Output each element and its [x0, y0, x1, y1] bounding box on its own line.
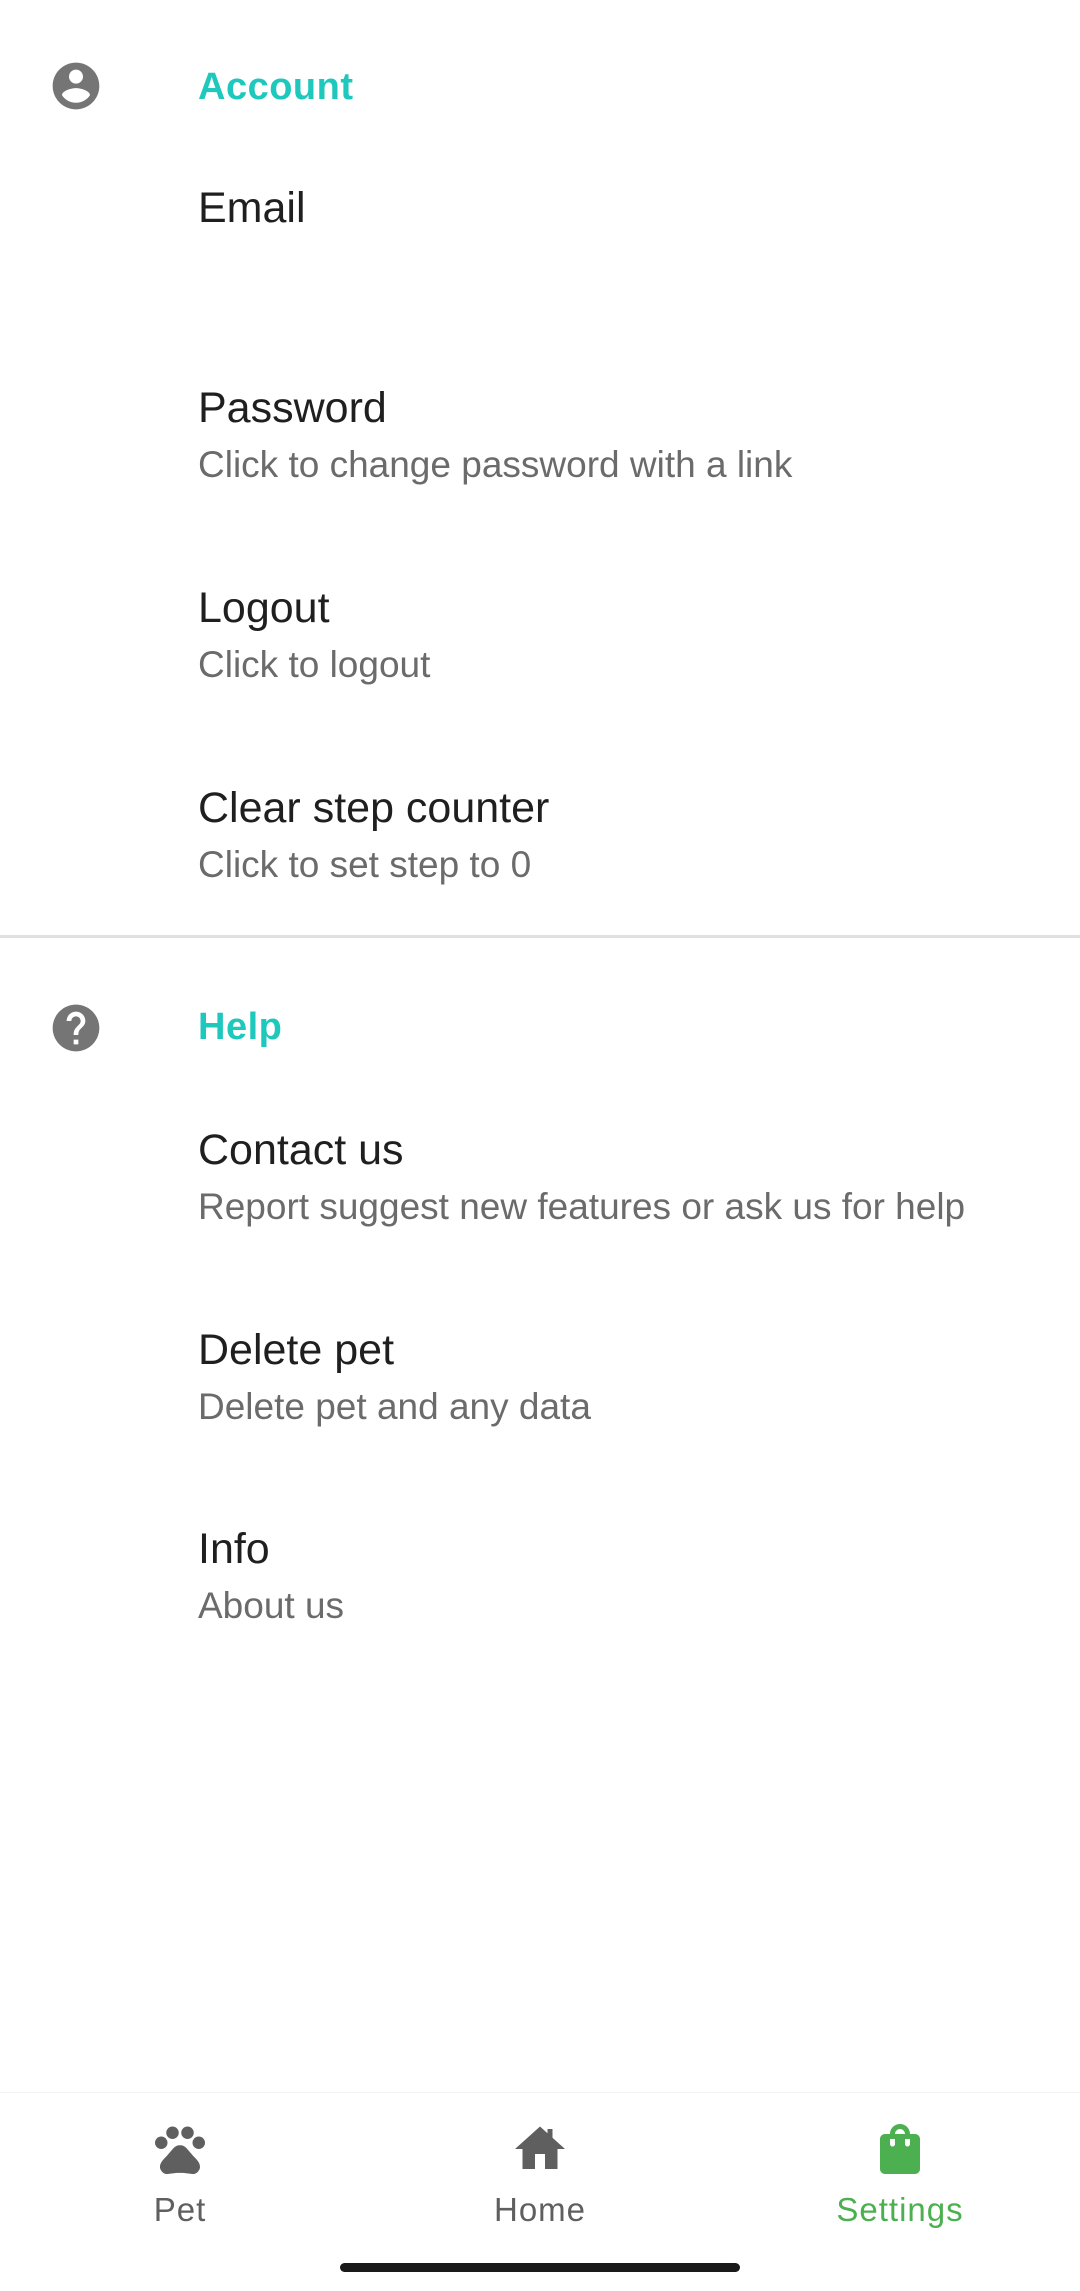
clear-step-counter-title: Clear step counter	[198, 784, 550, 832]
nav-label-pet: Pet	[153, 2191, 207, 2228]
category-divider	[0, 935, 1080, 938]
info-title: Info	[198, 1525, 270, 1573]
clear-step-counter-summary: Click to set step to 0	[198, 844, 532, 885]
password-summary: Click to change password with a link	[198, 444, 793, 485]
nav-label-home: Home	[493, 2191, 587, 2228]
info-preference[interactable]: Info About us	[0, 1511, 1080, 1711]
settings-screen: Account Email Password Click to change p…	[0, 0, 1080, 2291]
help-circle-icon	[52, 1004, 100, 1052]
nav-label-settings: Settings	[836, 2191, 964, 2228]
clear-step-counter-preference[interactable]: Clear step counter Click to set step to …	[0, 770, 1080, 970]
contact-us-summary: Report suggest new features or ask us fo…	[198, 1186, 966, 1227]
bottom-navigation: Pet Home Settings	[0, 2092, 1080, 2291]
nav-item-home[interactable]: Home	[360, 2093, 720, 2243]
email-preference[interactable]: Email	[0, 170, 1080, 370]
account-category-header: Account	[0, 30, 1080, 130]
contact-us-preference[interactable]: Contact us Report suggest new features o…	[0, 1112, 1080, 1312]
password-title: Password	[198, 384, 387, 432]
gesture-home-indicator[interactable]	[340, 2263, 740, 2272]
delete-pet-title: Delete pet	[198, 1326, 395, 1374]
account-category-title: Account	[198, 66, 354, 108]
help-category-title: Help	[198, 1006, 283, 1048]
account-circle-icon	[52, 62, 100, 110]
logout-summary: Click to logout	[198, 644, 431, 685]
info-summary: About us	[198, 1585, 345, 1626]
home-icon	[515, 2126, 565, 2169]
delete-pet-summary: Delete pet and any data	[198, 1386, 591, 1427]
paw-icon	[155, 2126, 205, 2175]
delete-pet-preference[interactable]: Delete pet Delete pet and any data	[0, 1312, 1080, 1512]
nav-item-settings[interactable]: Settings	[720, 2093, 1080, 2243]
nav-item-pet[interactable]: Pet	[0, 2093, 360, 2243]
logout-title: Logout	[198, 584, 330, 632]
logout-preference[interactable]: Logout Click to logout	[0, 570, 1080, 770]
shopping-bag-icon	[880, 2124, 920, 2174]
help-category-header: Help	[0, 970, 1080, 1070]
contact-us-title: Contact us	[198, 1126, 404, 1174]
email-title: Email	[198, 184, 306, 232]
password-preference[interactable]: Password Click to change password with a…	[0, 370, 1080, 570]
